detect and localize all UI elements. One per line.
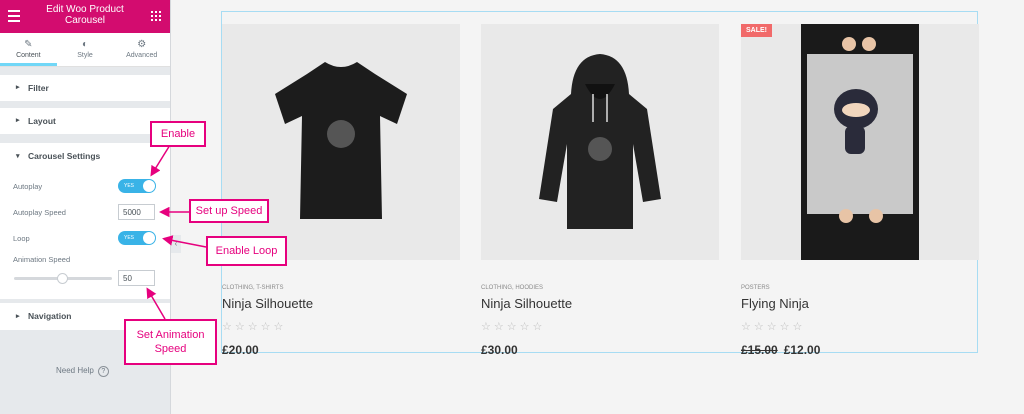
annotation-anim-line2: Speed: [154, 343, 187, 355]
annotation-loop: Enable Loop: [206, 236, 287, 266]
annotation-speed: Set up Speed: [189, 199, 269, 223]
annotation-animation-speed: Set Animation Speed: [124, 319, 217, 365]
annotation-enable: Enable: [150, 121, 206, 147]
annotation-anim-line1: Set Animation: [136, 329, 205, 341]
